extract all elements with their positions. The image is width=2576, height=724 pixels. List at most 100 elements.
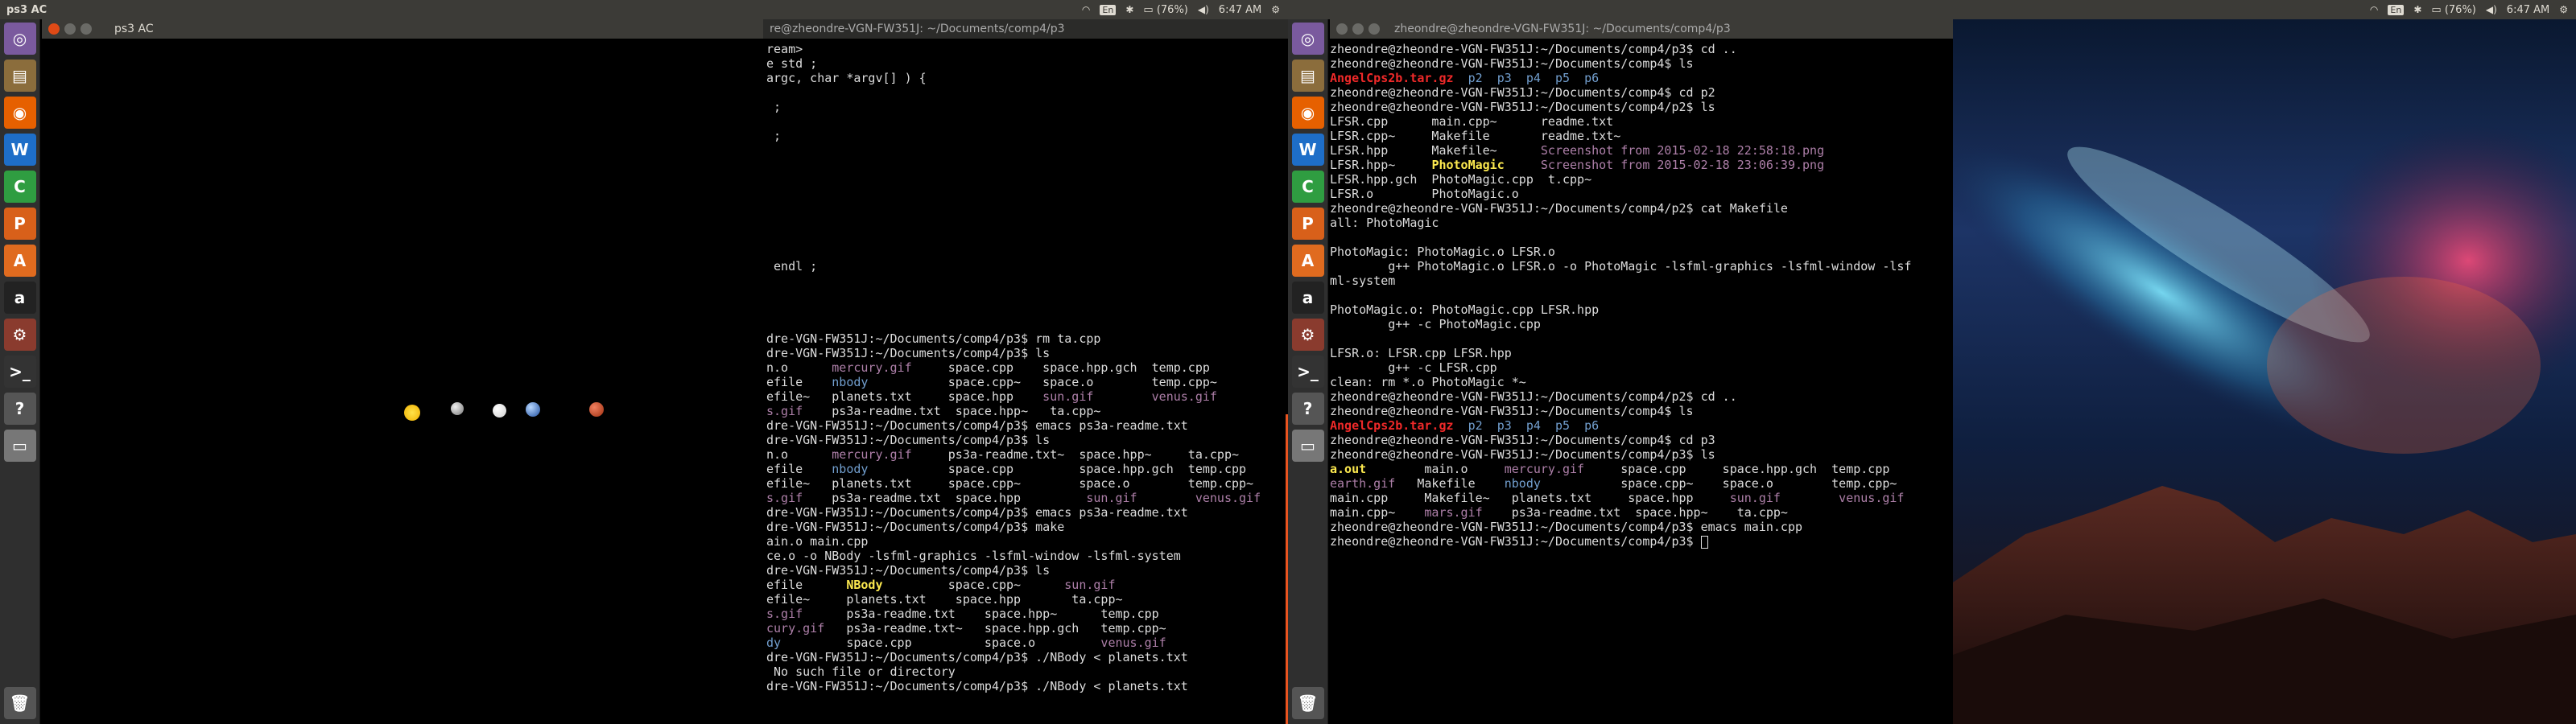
clock[interactable]: 6:47 AM (1219, 4, 1261, 16)
terminal-line: AngelCps2b.tar.gz p2 p3 p4 p5 p6 (1330, 71, 1953, 85)
venus-image (493, 404, 506, 418)
maximize-button[interactable] (80, 23, 92, 35)
trash-icon[interactable]: 🗑 (3, 687, 36, 719)
right-terminal-titlebar[interactable]: zheondre@zheondre-VGN-FW351J: ~/Document… (1330, 19, 1953, 39)
terminal-line: zheondre@zheondre-VGN-FW351J:~/Documents… (1330, 447, 1953, 462)
terminal-line: earth.gif Makefile nbody space.cpp~ spac… (1330, 476, 1953, 491)
settings-icon[interactable]: ⚙ (3, 319, 36, 351)
calc-icon[interactable]: C (1291, 171, 1324, 203)
terminal-text: ps3a-readme.txt space.hpp (803, 491, 1087, 505)
firefox-icon[interactable]: ◉ (3, 97, 36, 129)
nbody-window-titlebar[interactable]: ps3 AC (42, 19, 763, 39)
terminal-text: LFSR.hpp.gch PhotoMagic.cpp t.cpp~ (1330, 172, 1592, 187)
terminal-text: endl ; (766, 259, 818, 274)
left-terminal-titlebar[interactable]: re@zheondre-VGN-FW351J: ~/Documents/comp… (763, 19, 1288, 39)
writer-icon[interactable]: W (3, 134, 36, 166)
terminal-text: g++ -c PhotoMagic.cpp (1330, 317, 1541, 331)
terminal-icon[interactable]: >_ (1291, 356, 1324, 388)
terminal-text: venus.gif (1195, 491, 1261, 505)
volume-icon[interactable]: ◀) (1198, 4, 1209, 15)
nbody-simulation-canvas[interactable] (42, 39, 791, 724)
firefox-icon[interactable]: ◉ (1291, 97, 1324, 129)
maximize-button[interactable] (1368, 23, 1380, 35)
terminal-icon[interactable]: >_ (3, 356, 36, 388)
drive-icon[interactable]: ▭ (1291, 430, 1324, 462)
terminal-line: main.cpp Makefile~ planets.txt space.hpp… (1330, 491, 1953, 505)
battery-percent: (76%) (2444, 3, 2476, 16)
writer-icon[interactable]: W (1291, 134, 1324, 166)
terminal-line: zheondre@zheondre-VGN-FW351J:~/Documents… (1330, 56, 1953, 71)
terminal-text: a.out (1330, 462, 1367, 476)
terminal-text: mercury.gif (1504, 462, 1585, 476)
terminal-text: clean: rm *.o PhotoMagic *~ (1330, 375, 1526, 389)
gear-icon[interactable]: ⚙ (1271, 4, 1280, 15)
gear-icon[interactable]: ⚙ (2559, 4, 2568, 15)
terminal-text: dre-VGN-FW351J:~/Documents/comp4/p3$ ./N… (766, 679, 1188, 693)
terminal-line: zheondre@zheondre-VGN-FW351J:~/Documents… (1330, 85, 1953, 100)
wifi-icon[interactable]: ◠ (2370, 4, 2378, 15)
impress-icon[interactable]: P (3, 208, 36, 240)
right-terminal-output[interactable]: zheondre@zheondre-VGN-FW351J:~/Documents… (1330, 42, 1953, 724)
battery-indicator[interactable]: ▭ (76%) (1143, 4, 1187, 16)
keyboard-layout-indicator[interactable]: En (2388, 4, 2405, 15)
ubuntu-dash-icon[interactable]: ◎ (3, 23, 36, 55)
terminal-text: NBody (846, 578, 883, 592)
terminal-line: LFSR.cpp main.cpp~ readme.txt (1330, 114, 1953, 129)
files-icon[interactable]: ▤ (3, 60, 36, 92)
terminal-text: earth.gif (1330, 476, 1396, 491)
terminal-text: zheondre@zheondre-VGN-FW351J:~/Documents… (1330, 100, 1715, 114)
terminal-line: zheondre@zheondre-VGN-FW351J:~/Documents… (1330, 389, 1953, 404)
terminal-text: sun.gif (1064, 578, 1116, 592)
drive-icon[interactable]: ▭ (3, 430, 36, 462)
terminal-line: dre-VGN-FW351J:~/Documents/comp4/p3$ ls (766, 433, 1288, 447)
terminal-text: zheondre@zheondre-VGN-FW351J:~/Documents… (1330, 404, 1694, 418)
terminal-line: PhotoMagic.o: PhotoMagic.cpp LFSR.hpp (1330, 302, 1953, 317)
unknown-app-icon[interactable]: ? (3, 393, 36, 425)
close-button[interactable] (1336, 23, 1348, 35)
terminal-text: efile (766, 375, 832, 389)
clock[interactable]: 6:47 AM (2507, 4, 2549, 16)
keyboard-layout-indicator[interactable]: En (1100, 4, 1117, 15)
software-center-icon[interactable]: A (1291, 245, 1324, 277)
terminal-text: Makefile (1395, 476, 1505, 491)
bluetooth-icon[interactable]: ✱ (1125, 4, 1133, 15)
calc-icon[interactable]: C (3, 171, 36, 203)
left-terminal-output[interactable]: ream> e std ; argc, char *argv[] ) { ; ; e… (765, 42, 1288, 724)
terminal-text: n.o (766, 447, 832, 462)
unknown-app-icon[interactable]: ? (1291, 393, 1324, 425)
terminal-text: p6 (1584, 418, 1600, 433)
terminal-text: LFSR.hpp Makefile~ (1330, 143, 1541, 158)
ubuntu-dash-icon[interactable]: ◎ (1291, 23, 1324, 55)
terminal-text: space.cpp space.o (781, 636, 1101, 650)
battery-indicator[interactable]: ▭ (76%) (2431, 4, 2475, 16)
impress-icon[interactable]: P (1291, 208, 1324, 240)
volume-icon[interactable]: ◀) (2486, 4, 2497, 15)
close-button[interactable] (48, 23, 60, 35)
files-icon[interactable]: ▤ (1291, 60, 1324, 92)
terminal-line: LFSR.hpp~ PhotoMagic Screenshot from 201… (1330, 158, 1953, 172)
terminal-text: zheondre@zheondre-VGN-FW351J:~/Documents… (1330, 520, 1802, 534)
bluetooth-icon[interactable]: ✱ (2413, 4, 2421, 15)
minimize-button[interactable] (64, 23, 76, 35)
terminal-text: zheondre@zheondre-VGN-FW351J:~/Documents… (1330, 42, 1737, 56)
minimize-button[interactable] (1352, 23, 1364, 35)
settings-icon[interactable]: ⚙ (1291, 319, 1324, 351)
terminal-text: AngelCps2b.tar.gz (1330, 71, 1454, 85)
terminal-line: efile~ planets.txt space.hpp sun.gif ven… (766, 389, 1288, 404)
amazon-icon[interactable]: a (1291, 282, 1324, 314)
terminal-text: LFSR.cpp~ Makefile readme.txt~ (1330, 129, 1621, 143)
wifi-icon[interactable]: ◠ (1082, 4, 1090, 15)
top-panel-left: ps3 AC ◠ En ✱ ▭ (76%) ◀) 6:47 AM ⚙ (0, 0, 1288, 19)
software-center-icon[interactable]: A (3, 245, 36, 277)
trash-icon[interactable]: 🗑 (1291, 687, 1324, 719)
terminal-line: dre-VGN-FW351J:~/Documents/comp4/p3$ ls (766, 563, 1288, 578)
terminal-text: ps3a-readme.txt~ space.hpp~ ta.cpp~ (911, 447, 1240, 462)
amazon-icon[interactable]: a (3, 282, 36, 314)
